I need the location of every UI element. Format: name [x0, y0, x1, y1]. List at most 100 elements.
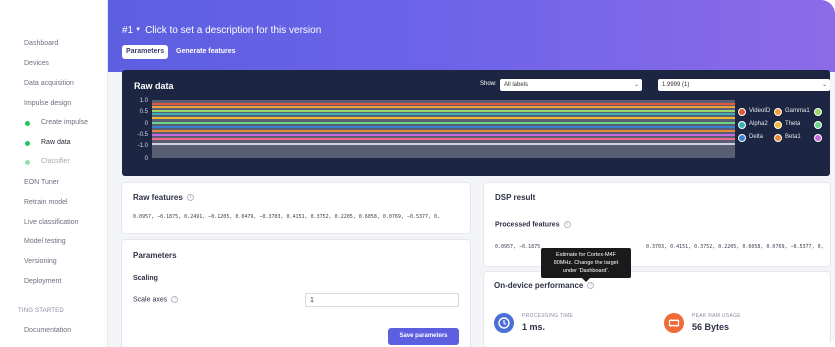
y-tick-label: -1.0 [137, 143, 148, 149]
legend-swatch [738, 121, 746, 129]
sidebar-item-model-testing[interactable]: Model testing [24, 238, 66, 245]
sidebar-item-classifier[interactable]: Classifier [41, 158, 70, 165]
status-dot-icon [25, 160, 30, 165]
sidebar-item-data-acquisition[interactable]: Data acquisition [24, 80, 74, 87]
scale-axes-input[interactable] [305, 293, 459, 307]
sidebar-item-raw-data[interactable]: Raw data [41, 139, 71, 146]
sidebar-item-eon-tuner[interactable]: EON Tuner [24, 179, 59, 186]
legend-swatch [814, 121, 822, 129]
sidebar: Dashboard Devices Data acquisition Impul… [0, 0, 108, 347]
processed-features-label: Processed features i [495, 221, 571, 228]
label-filter-select[interactable]: All labels ⌄ [500, 79, 642, 91]
tooltip-line: under 'Dashboard'. [562, 268, 610, 274]
tab-generate-features[interactable]: Generate features [172, 45, 240, 59]
series-line [152, 106, 735, 108]
processed-features-text: Processed features [495, 221, 560, 229]
sidebar-item-devices[interactable]: Devices [24, 60, 49, 67]
raw-data-plot[interactable] [152, 100, 735, 158]
peak-ram-value: 56 Bytes [692, 322, 730, 332]
legend-swatch [774, 134, 782, 142]
series-line [152, 122, 735, 124]
sidebar-item-dashboard[interactable]: Dashboard [24, 40, 58, 47]
parameters-title: Parameters [133, 251, 177, 260]
raw-features-values: 0.0957, −0.1875, 0.2491, −0.1205, 0.0479… [133, 214, 441, 220]
sidebar-item-deployment[interactable]: Deployment [24, 278, 61, 285]
series-line [152, 138, 735, 140]
label-filter-value: All labels [504, 82, 529, 88]
y-tick-label: 0.5 [139, 109, 148, 115]
scale-axes-label-text: Scale axes [133, 296, 168, 304]
help-icon[interactable]: ? [171, 296, 179, 303]
chevron-down-icon: ⌄ [633, 82, 639, 88]
series-line [152, 113, 735, 115]
legend-label: VideoID [749, 108, 771, 114]
y-tick-label: 0 [144, 156, 148, 162]
save-parameters-button[interactable]: Save parameters [388, 328, 459, 345]
processed-features-values-tail: 0.3703, 0.4151, 0.3752, 0.2205, 0.6058, … [646, 244, 824, 250]
legend-label: Beta1 [785, 134, 801, 140]
legend-swatch [738, 134, 746, 142]
info-icon[interactable]: i [186, 194, 194, 202]
sample-select[interactable]: 1.9999 (1) ⌄ [658, 79, 830, 91]
processing-time-value: 1 ms. [522, 322, 546, 332]
processing-time-label: PROCESSING TIME [522, 313, 574, 319]
target-estimate-tooltip: Estimate for Cortex-M4F 80MHz. Change th… [541, 248, 631, 282]
performance-card: On-device performance? PROCESSING TIME 1… [484, 272, 830, 347]
sidebar-item-create-impulse[interactable]: Create impulse [41, 119, 88, 126]
performance-title-text: On-device performance [494, 281, 584, 290]
status-dot-icon [25, 141, 30, 146]
help-icon[interactable]: ? [587, 282, 595, 290]
sidebar-item-live-classification[interactable]: Live classification [24, 219, 78, 226]
series-line [152, 143, 735, 145]
series-line [152, 117, 735, 119]
app-frame: Dashboard Devices Data acquisition Impul… [0, 0, 835, 347]
y-tick-label: 0 [144, 121, 148, 127]
raw-data-panel: Raw data Show: All labels ⌄ 1.9999 (1) ⌄… [122, 70, 830, 176]
series-line [152, 126, 735, 128]
series-line [152, 134, 735, 136]
tab-parameters[interactable]: Parameters [122, 45, 169, 59]
raw-features-title-text: Raw features [133, 193, 183, 202]
raw-data-title: Raw data [134, 81, 174, 91]
show-label: Show: [480, 81, 497, 87]
legend-label: Theta [785, 121, 801, 127]
y-tick-label: 1.0 [139, 98, 148, 104]
tooltip-line: 80MHz. Change the target [553, 260, 619, 266]
series-line [152, 130, 735, 132]
legend-swatch [774, 108, 782, 116]
sidebar-item-impulse-design[interactable]: Impulse design [24, 100, 71, 107]
sidebar-item-versioning[interactable]: Versioning [24, 258, 57, 265]
scale-axes-label: Scale axes? [133, 296, 179, 304]
legend-swatch [774, 121, 782, 129]
series-line [152, 110, 735, 112]
raw-features-card: Raw features i 0.0957, −0.1875, 0.2491, −… [122, 183, 470, 233]
sidebar-section-heading: TING STARTED [18, 308, 64, 314]
dsp-result-title: DSP result [495, 193, 536, 202]
version-header [108, 0, 835, 72]
scaling-heading: Scaling [133, 275, 158, 282]
clock-icon [494, 313, 514, 333]
y-tick-label: -0.5 [137, 132, 148, 138]
sidebar-item-documentation[interactable]: Documentation [24, 327, 71, 334]
memory-chip-icon [664, 313, 684, 333]
version-title[interactable]: #1 ▼ Click to set a description for this v… [122, 25, 321, 36]
status-dot-icon [25, 121, 30, 126]
legend-label: Delta [749, 134, 764, 140]
legend-swatch [738, 108, 746, 116]
sample-value: 1.9999 (1) [662, 82, 690, 88]
peak-ram-label: PEAK RAM USAGE [692, 313, 741, 319]
tooltip-line: Estimate for Cortex-M4F [556, 252, 616, 258]
sidebar-item-retrain-model[interactable]: Retrain model [24, 199, 68, 206]
version-description[interactable]: Click to set a description for this vers… [145, 25, 321, 36]
raw-features-title: Raw features i [133, 193, 194, 202]
performance-title: On-device performance? [494, 281, 595, 290]
legend-label: Alpha2 [749, 121, 768, 127]
legend-swatch [814, 108, 822, 116]
caret-down-icon[interactable]: ▼ [135, 27, 141, 33]
version-number: #1 [122, 25, 134, 36]
dsp-result-card: DSP result Processed features i 0.0957, −… [484, 183, 830, 266]
legend-label: Gamma1 [785, 108, 810, 114]
info-icon[interactable]: i [563, 221, 571, 228]
series-line [152, 103, 735, 105]
processed-features-values: 0.0957, −0.1875 [495, 244, 541, 250]
